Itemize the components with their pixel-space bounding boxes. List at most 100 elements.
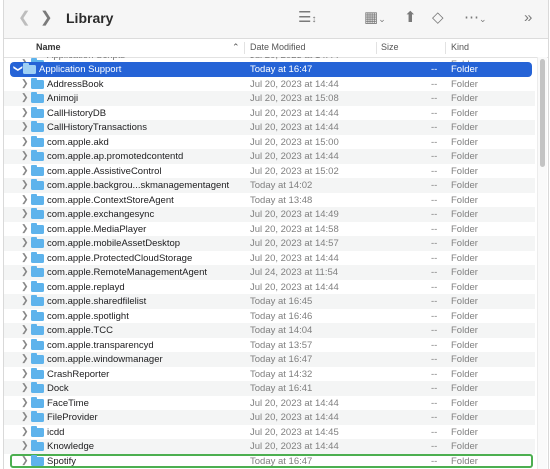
list-view-icon[interactable]: ☰↕ — [298, 8, 316, 30]
folder-icon — [31, 92, 44, 103]
list-item[interactable]: ❯ com.apple.ContextStoreAgent Today at 13:… — [4, 193, 535, 208]
item-size: -- — [431, 194, 438, 206]
list-item[interactable]: ❯ com.apple.TCC Today at 14:04 -- Folder — [4, 323, 535, 338]
disclosure-chevron-icon[interactable]: ❯ — [21, 208, 29, 219]
list-item[interactable]: ❯ icdd Jul 20, 2023 at 14:45 -- Folder — [4, 425, 535, 440]
item-size: -- — [431, 78, 438, 90]
disclosure-chevron-icon[interactable]: ❯ — [21, 237, 29, 248]
sort-chevron-icon: ⌃ — [232, 42, 240, 52]
scrollbar-thumb[interactable] — [540, 59, 545, 167]
item-date: Today at 14:32 — [250, 368, 313, 380]
column-kind[interactable]: Kind — [451, 42, 469, 52]
list-item[interactable]: ❯ com.apple.windowmanager Today at 16:47 --… — [4, 352, 535, 367]
item-size: -- — [431, 165, 438, 177]
item-name: com.apple.sharedfilelist — [47, 296, 147, 307]
item-kind: Folder — [451, 209, 478, 220]
disclosure-chevron-icon[interactable]: ❯ — [21, 382, 29, 393]
list-item[interactable]: ❯ com.apple.sharedfilelist Today at 16:45 -… — [4, 294, 535, 309]
toolbar: ❮ ❯ Library ☰↕ ▦⌄ ⬆ ◇ ⋯⌄ » — [4, 0, 548, 39]
item-size: -- — [431, 441, 438, 452]
item-date: Jul 20, 2023 at 14:44 — [250, 78, 339, 90]
list-item[interactable]: ❯ CallHistoryTransactions Jul 20, 2023 at … — [4, 120, 535, 135]
item-date: Jul 20, 2023 at 15:02 — [250, 165, 339, 177]
column-date[interactable]: Date Modified — [250, 42, 306, 52]
tag-icon[interactable]: ◇ — [432, 8, 444, 28]
disclosure-chevron-icon[interactable]: ❯ — [21, 179, 29, 190]
item-name: com.apple.windowmanager — [47, 354, 163, 365]
disclosure-chevron-icon[interactable]: ❯ — [21, 281, 29, 292]
list-item[interactable]: ❯ com.apple.ap.promotedcontentd Jul 20, 20… — [4, 149, 535, 164]
list-item[interactable]: ❯ com.apple.AssistiveControl Jul 20, 2023 … — [4, 164, 535, 179]
disclosure-chevron-icon[interactable]: ❯ — [21, 411, 29, 422]
disclosure-chevron-icon[interactable]: ❯ — [21, 324, 29, 335]
list-item[interactable]: ❯ com.apple.RemoteManagementAgent Jul 24, … — [4, 265, 535, 280]
list-item[interactable]: ❯ Application Support Today at 16:47 -- Fold… — [10, 62, 532, 77]
group-icon[interactable]: ▦⌄ — [364, 8, 386, 29]
column-size[interactable]: Size — [381, 42, 399, 52]
disclosure-chevron-icon[interactable]: ❯ — [21, 368, 29, 379]
list-item[interactable]: ❯ Animoji Jul 20, 2023 at 15:08 -- Folder — [4, 91, 535, 106]
item-date: Jul 20, 2023 at 15:00 — [250, 136, 339, 148]
file-list: ❯ Application Scripts Jul 20, 2023 at 14:4… — [4, 57, 535, 468]
list-item[interactable]: ❯ CrashReporter Today at 14:32 -- Folder — [4, 367, 535, 382]
disclosure-chevron-icon[interactable]: ❯ — [21, 252, 29, 263]
disclosure-chevron-icon[interactable]: ❯ — [21, 266, 29, 277]
more-icon[interactable]: ⋯⌄ — [464, 8, 487, 29]
disclosure-chevron-icon[interactable]: ❯ — [21, 223, 29, 234]
list-item[interactable]: ❯ CallHistoryDB Jul 20, 2023 at 14:44 -- Fol… — [4, 106, 535, 121]
list-item[interactable]: ❯ com.apple.akd Jul 20, 2023 at 15:00 -- Fol… — [4, 135, 535, 150]
back-icon[interactable]: ❮ — [18, 8, 31, 28]
list-item[interactable]: ❯ Knowledge Jul 20, 2023 at 14:44 -- Folder — [4, 439, 535, 454]
item-size: -- — [431, 339, 438, 351]
share-icon[interactable]: ⬆ — [404, 8, 417, 28]
scrollbar[interactable] — [537, 57, 547, 469]
list-item[interactable]: ❯ com.apple.transparencyd Today at 13:57 --… — [4, 338, 535, 353]
list-item[interactable]: ❯ FaceTime Jul 20, 2023 at 14:44 -- Folder — [4, 396, 535, 411]
item-kind: Folder — [451, 455, 478, 467]
item-kind: Folder — [451, 252, 478, 264]
disclosure-chevron-icon[interactable]: ❯ — [21, 310, 29, 321]
disclosure-chevron-icon[interactable]: ❯ — [21, 440, 29, 451]
list-item[interactable]: ❯ com.apple.replayd Jul 20, 2023 at 14:44 -… — [4, 280, 535, 295]
item-size: -- — [431, 151, 438, 162]
disclosure-chevron-icon[interactable]: ❯ — [21, 92, 29, 103]
item-kind: Folder — [451, 151, 478, 162]
list-item[interactable]: ❯ Dock Today at 16:41 -- Folder — [4, 381, 535, 396]
disclosure-chevron-icon[interactable]: ❯ — [21, 339, 29, 350]
list-item[interactable]: ❯ AddressBook Jul 20, 2023 at 14:44 -- Folde… — [4, 77, 535, 92]
list-item[interactable]: ❯ com.apple.backgrou...skmanagementagent T… — [4, 178, 535, 193]
list-item[interactable]: ❯ com.apple.spotlight Today at 16:46 -- Fold… — [4, 309, 535, 324]
disclosure-chevron-icon[interactable]: ❯ — [21, 165, 29, 176]
item-date: Jul 20, 2023 at 14:44 — [250, 151, 339, 162]
item-kind: Folder — [451, 267, 478, 278]
disclosure-chevron-icon[interactable]: ❯ — [21, 397, 29, 408]
disclosure-chevron-icon[interactable]: ❯ — [21, 136, 29, 147]
list-item[interactable]: ❯ com.apple.MediaPlayer Jul 20, 2023 at 14… — [4, 222, 535, 237]
disclosure-chevron-icon[interactable]: ❯ — [12, 65, 23, 73]
disclosure-chevron-icon[interactable]: ❯ — [21, 150, 29, 161]
disclosure-chevron-icon[interactable]: ❯ — [21, 353, 29, 364]
overflow-icon[interactable]: » — [524, 8, 532, 28]
item-name: Dock — [47, 383, 69, 394]
list-item[interactable]: ❯ FileProvider Jul 20, 2023 at 14:44 -- Fold… — [4, 410, 535, 425]
disclosure-chevron-icon[interactable]: ❯ — [21, 426, 29, 437]
item-name: Animoji — [47, 93, 79, 104]
list-item[interactable]: ❯ Spotify Today at 16:47 -- Folder — [10, 453, 533, 468]
folder-icon — [31, 295, 44, 306]
list-item[interactable]: ❯ com.apple.ProtectedCloudStorage Jul 20, … — [4, 251, 535, 266]
item-date: Jul 20, 2023 at 14:49 — [250, 209, 339, 220]
disclosure-chevron-icon[interactable]: ❯ — [21, 295, 29, 306]
forward-icon[interactable]: ❯ — [40, 8, 53, 28]
item-kind: Folder — [451, 412, 478, 423]
disclosure-chevron-icon[interactable]: ❯ — [21, 194, 29, 205]
item-size: -- — [431, 397, 438, 409]
list-item[interactable]: ❯ com.apple.mobileAssetDesktop Jul 20, 202… — [4, 236, 535, 251]
list-item[interactable]: ❯ com.apple.exchangesync Jul 20, 2023 at 1… — [4, 207, 535, 222]
disclosure-chevron-icon[interactable]: ❯ — [21, 121, 29, 132]
item-date: Today at 13:48 — [250, 194, 313, 206]
disclosure-chevron-icon[interactable]: ❯ — [21, 78, 29, 89]
disclosure-chevron-icon[interactable]: ❯ — [21, 455, 29, 466]
folder-icon — [31, 106, 44, 118]
disclosure-chevron-icon[interactable]: ❯ — [21, 107, 29, 118]
column-name[interactable]: Name — [36, 42, 61, 52]
